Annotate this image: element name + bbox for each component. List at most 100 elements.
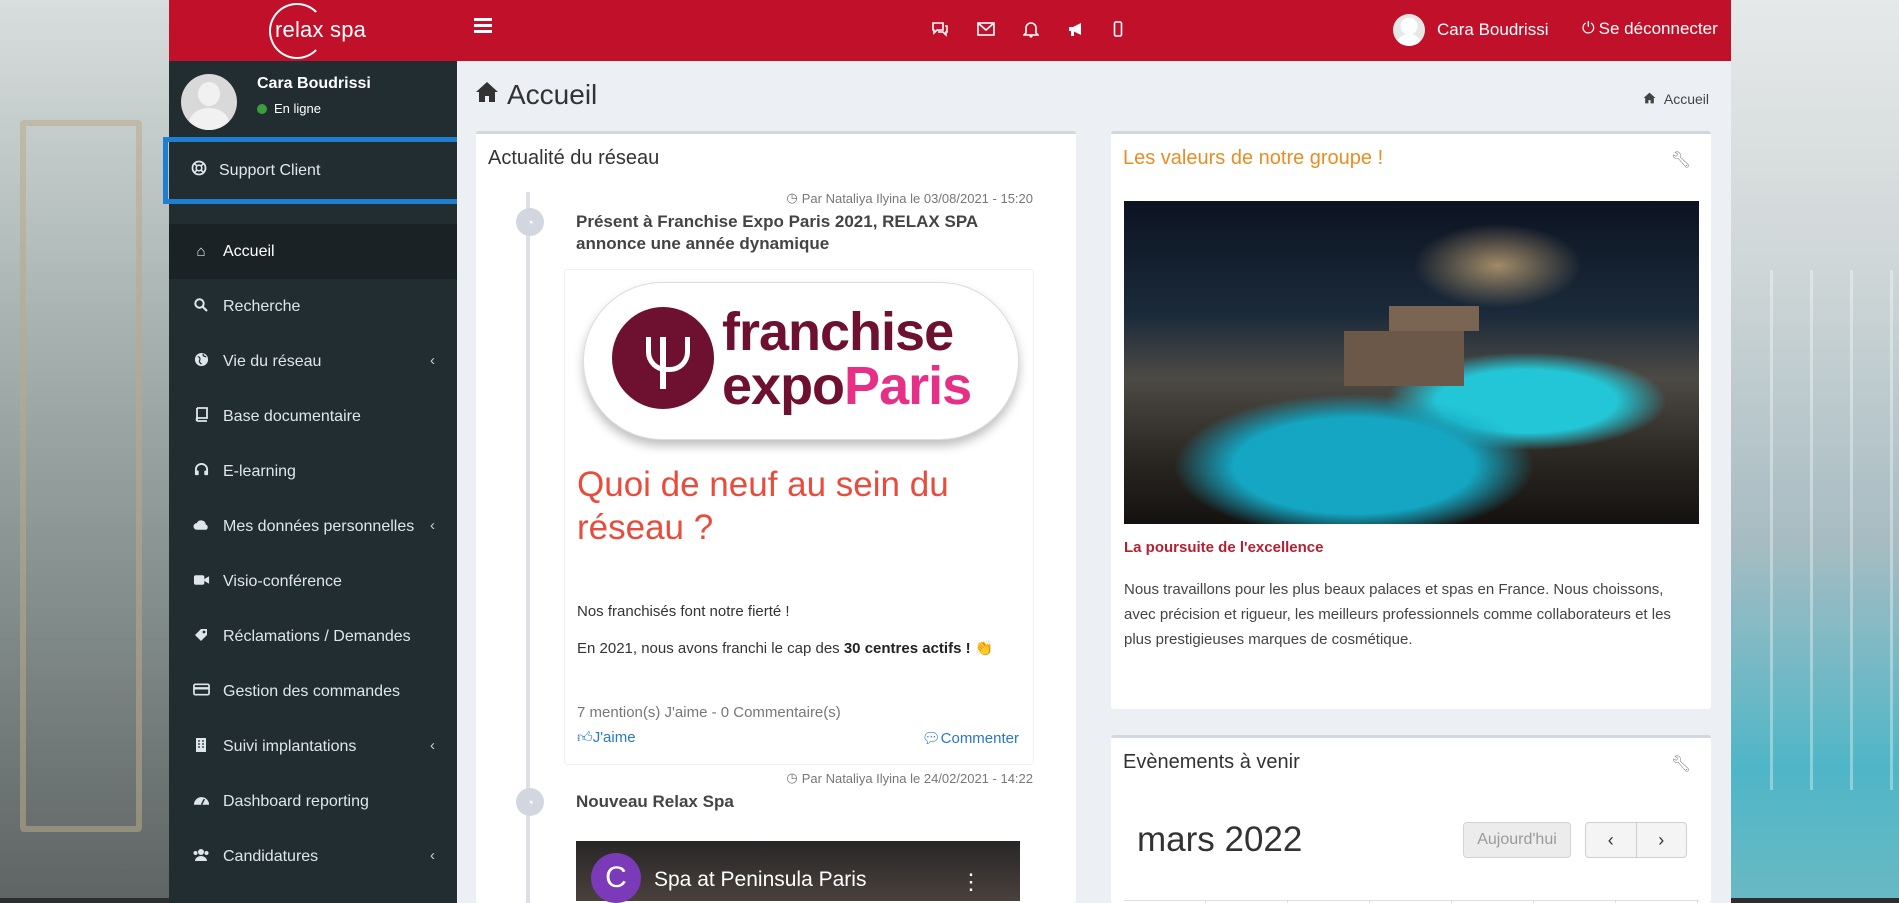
clap-emoji: 👏 [974, 640, 994, 657]
values-box: Les valeurs de notre groupe ! 🔧︎ La pour… [1111, 131, 1711, 709]
comments-icon[interactable] [929, 18, 951, 40]
post-meta: ◷ Par Nataliya Ilyina le 24/02/2021 - 14… [786, 770, 1033, 786]
chevron-left-icon: ‹ [430, 352, 435, 369]
envelope-icon[interactable] [975, 18, 997, 40]
events-box-title: Evènements à venir [1123, 751, 1300, 773]
user-name: Cara Boudrissi [1437, 20, 1549, 39]
post-paragraph: En 2021, nous avons franchi le cap des 3… [577, 640, 994, 657]
home-icon [1643, 92, 1656, 107]
sidebar-item-label: Vie du réseau [223, 352, 322, 370]
more-vertical-icon[interactable]: ⋮ [960, 869, 982, 895]
sidebar-item-accueil[interactable]: ⌂ Accueil [169, 224, 457, 279]
next-month-button[interactable]: › [1636, 822, 1687, 858]
user-menu[interactable]: Cara Boudrissi [1393, 14, 1549, 46]
video-camera-icon [191, 573, 211, 590]
franchise-expo-mark [612, 307, 714, 409]
sidebar-item-vie-du-reseau[interactable]: Vie du réseau ‹ [169, 334, 457, 389]
sidebar-item-label: Gestion des commandes [223, 682, 400, 700]
logout-button[interactable]: ⏻ Se déconnecter [1582, 19, 1718, 39]
sidebar-avatar [181, 74, 237, 130]
video-embed[interactable]: C Spa at Peninsula Paris ⋮ [576, 841, 1020, 903]
support-client-link[interactable]: Support Client [163, 137, 463, 204]
credit-card-icon [191, 683, 211, 700]
user-avatar [1393, 14, 1425, 46]
sidebar-item-candidatures[interactable]: Candidatures ‹ [169, 829, 457, 884]
sidebar-item-label: Dashboard reporting [223, 792, 369, 810]
home-icon: ⌂ [196, 243, 206, 260]
tag-icon [191, 627, 211, 647]
book-icon [191, 407, 211, 426]
globe-icon [191, 352, 211, 371]
spa-pool-image [1124, 201, 1699, 524]
news-box: Actualité du réseau ◔ ◷ Par Nataliya Ily… [476, 131, 1076, 903]
today-button[interactable]: Aujourd'hui [1463, 822, 1571, 858]
background-left-panel [0, 0, 170, 903]
sidebar-user-panel [181, 74, 237, 130]
headset-icon [191, 462, 211, 481]
post-meta: ◷ Par Nataliya Ilyina le 03/08/2021 - 15… [786, 190, 1033, 206]
sidebar-user-name: Cara Boudrissi [257, 75, 371, 92]
sidebar-item-recherche[interactable]: Recherche [169, 279, 457, 334]
chevron-left-icon: ‹ [430, 737, 435, 754]
sidebar-item-suivi-implantations[interactable]: Suivi implantations ‹ [169, 719, 457, 774]
sidebar-item-label: Mes données personnelles [223, 517, 415, 535]
post-title[interactable]: Présent à Franchise Expo Paris 2021, REL… [576, 211, 1016, 255]
comment-button[interactable]: 💬︎Commenter [922, 729, 1019, 747]
comment-icon: 💬︎ [921, 730, 941, 747]
sidebar-item-label: Suivi implantations [223, 737, 357, 755]
logo-line-1: franchise [722, 302, 954, 362]
sidebar-item-label: Visio-conférence [223, 572, 342, 590]
life-ring-icon [191, 160, 207, 181]
sidebar-item-label: Recherche [223, 297, 301, 315]
online-dot-icon [257, 103, 267, 114]
post-meta-text: Par Nataliya Ilyina le 03/08/2021 - 15:2… [801, 190, 1033, 206]
wrench-icon[interactable]: 🔧︎ [1671, 150, 1691, 170]
bullhorn-icon[interactable] [1065, 18, 1087, 40]
menu-toggle-icon[interactable] [474, 18, 492, 34]
power-icon: ⏻ [1582, 20, 1595, 37]
sidebar-menu: ⌂ Accueil Recherche Vie du réseau ‹ Base… [169, 224, 457, 884]
chevron-left-icon: ‹ [430, 847, 435, 864]
users-icon [191, 848, 211, 866]
mobile-icon[interactable] [1107, 18, 1129, 40]
post-title[interactable]: Nouveau Relax Spa [576, 791, 734, 813]
sidebar-item-label: Candidatures [223, 847, 319, 865]
sidebar-item-base-documentaire[interactable]: Base documentaire [169, 389, 457, 444]
clock-icon: ◷ [786, 190, 798, 205]
online-status-label: En ligne [274, 101, 321, 116]
thumbs-up-icon: 👍︎ [577, 729, 593, 746]
wrench-icon[interactable]: 🔧︎ [1671, 754, 1691, 774]
page-title: Accueil [475, 79, 597, 111]
background-right-panel [1730, 0, 1899, 903]
sidebar-item-label: Réclamations / Demandes [223, 627, 411, 645]
breadcrumb-item: Accueil [1663, 91, 1709, 107]
post-meta-text: Par Nataliya Ilyina le 24/02/2021 - 14:2… [801, 770, 1033, 786]
dashboard-icon [191, 793, 211, 810]
calendar-month: mars 2022 [1137, 820, 1303, 859]
building-icon [191, 737, 211, 757]
sidebar-item-reclamations[interactable]: Réclamations / Demandes [169, 609, 457, 664]
prev-month-button[interactable]: ‹ [1585, 822, 1637, 858]
channel-avatar: C [591, 853, 641, 903]
bell-icon[interactable] [1020, 18, 1042, 40]
values-heading: La poursuite de l'excellence [1124, 539, 1324, 556]
relax-spa-logo[interactable]: relax spa [269, 3, 419, 59]
sidebar: Cara Boudrissi En ligne Support Client ⌂… [163, 61, 463, 903]
post-card: franchise expoParis Quoi de neuf au sein… [564, 269, 1034, 765]
like-button[interactable]: 👍︎J'aime [577, 729, 636, 747]
sidebar-item-visio-conference[interactable]: Visio-conférence [169, 554, 457, 609]
post-headline: Quoi de neuf au sein du réseau ? [577, 465, 949, 547]
top-navbar: relax spa Cara Boudrissi ⏻ Se déconnecte… [169, 0, 1731, 61]
logo-text: relax spa [275, 17, 367, 42]
breadcrumb[interactable]: Accueil [1643, 91, 1709, 107]
sidebar-item-mes-donnees[interactable]: Mes données personnelles ‹ [169, 499, 457, 554]
sidebar-item-dashboard-reporting[interactable]: Dashboard reporting [169, 774, 457, 829]
logout-label: Se déconnecter [1598, 19, 1718, 38]
cloud-icon [191, 518, 211, 535]
support-client-label: Support Client [219, 161, 321, 179]
sidebar-item-e-learning[interactable]: E-learning [169, 444, 457, 499]
calendar-nav: ‹ › [1585, 822, 1687, 858]
sidebar-item-gestion-commandes[interactable]: Gestion des commandes [169, 664, 457, 719]
chevron-left-icon: ‹ [430, 517, 435, 534]
events-box: Evènements à venir 🔧︎ mars 2022 Aujourd'… [1111, 735, 1711, 903]
